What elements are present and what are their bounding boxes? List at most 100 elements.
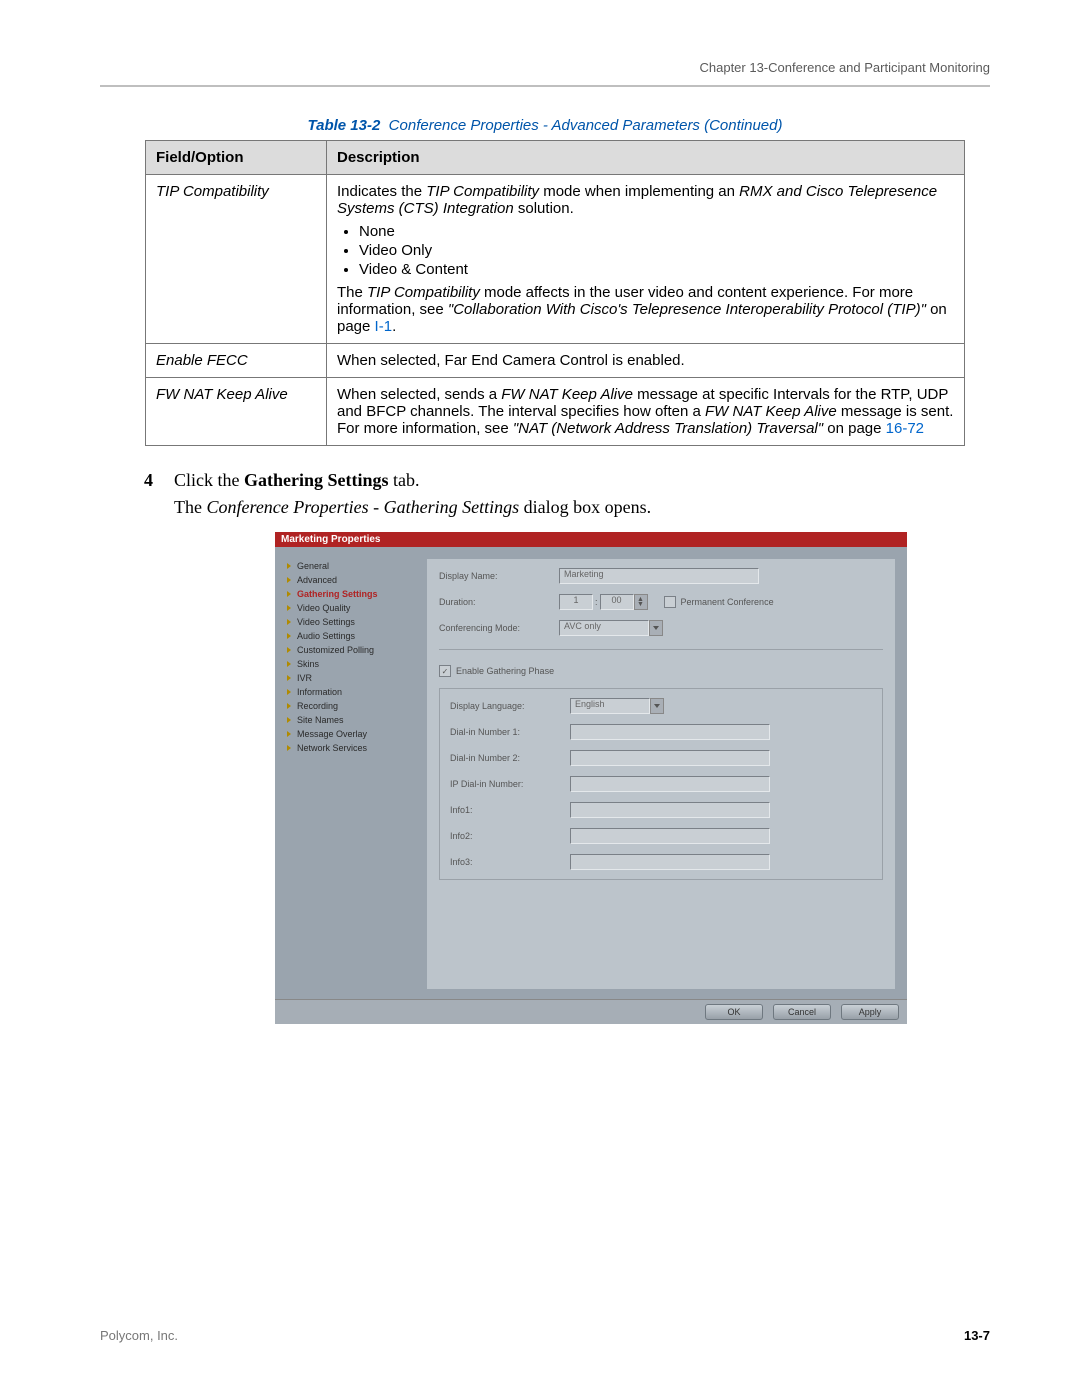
page-link[interactable]: I-1 [375,318,393,335]
sidebar-item-label: Video Quality [297,603,350,613]
label-conf-mode: Conferencing Mode: [439,623,559,633]
table-row: FW NAT Keep Alive When selected, sends a… [146,378,965,446]
chevron-down-icon[interactable] [649,620,663,636]
sidebar-item-label: Customized Polling [297,645,374,655]
sidebar-item-general[interactable]: General [287,559,417,573]
sidebar-item-information[interactable]: Information [287,685,417,699]
txt: TIP Compatibility [367,284,480,301]
row2-field: Enable FECC [146,344,327,378]
chevron-right-icon [287,703,291,709]
sidebar-item-label: Site Names [297,715,344,725]
info2-field[interactable] [570,828,770,844]
label-dialin-2: Dial-in Number 2: [450,753,570,763]
dialog-buttons: OK Cancel Apply [275,999,907,1024]
sidebar-item-recording[interactable]: Recording [287,699,417,713]
txt: Indicates the [337,183,426,200]
txt: mode when implementing an [539,183,739,200]
caption-no: Table 13-2 [308,117,381,134]
label-display-language: Display Language: [450,701,570,711]
sidebar-item-video-settings[interactable]: Video Settings [287,615,417,629]
label-info3: Info3: [450,857,570,867]
txt: FW NAT Keep Alive [705,403,837,420]
caption-text: Conference Properties - Advanced Paramet… [389,117,783,134]
table-caption: Table 13-2 Conference Properties - Advan… [100,117,990,134]
display-name-field[interactable]: Marketing [559,568,759,584]
permanent-checkbox[interactable] [664,596,676,608]
enable-gathering-checkbox[interactable]: ✓ [439,665,451,677]
txt: The [337,284,367,301]
sidebar-item-audio-settings[interactable]: Audio Settings [287,629,417,643]
duration-hours-field[interactable]: 1 [559,594,593,610]
label-duration: Duration: [439,597,559,607]
sidebar-item-ivr[interactable]: IVR [287,671,417,685]
label-ip-dialin: IP Dial-in Number: [450,779,570,789]
table-row: Enable FECC When selected, Far End Camer… [146,344,965,378]
conf-mode-select[interactable]: AVC only [559,620,649,636]
sidebar-item-label: Skins [297,659,319,669]
sidebar-item-customized-polling[interactable]: Customized Polling [287,643,417,657]
sidebar-item-skins[interactable]: Skins [287,657,417,671]
sidebar-item-label: Recording [297,701,338,711]
txt: "NAT (Network Address Translation) Trave… [513,420,823,437]
txt: When selected, sends a [337,386,501,403]
chevron-right-icon [287,675,291,681]
duration-spinner[interactable]: ▲▼ [634,594,648,610]
apply-button[interactable]: Apply [841,1004,899,1020]
properties-table: Field/Option Description TIP Compatibili… [145,140,965,446]
label-permanent: Permanent Conference [681,597,774,607]
row1-field: TIP Compatibility [146,175,327,344]
label-display-name: Display Name: [439,571,559,581]
sidebar-item-label: Message Overlay [297,729,367,739]
txt: Gathering Settings [244,470,389,490]
footer-company: Polycom, Inc. [100,1328,178,1343]
txt: Conference Properties - Gathering Settin… [206,497,519,517]
chevron-right-icon [287,689,291,695]
list-item: Video Only [359,242,954,259]
sidebar-item-video-quality[interactable]: Video Quality [287,601,417,615]
col-field: Field/Option [146,141,327,175]
chevron-right-icon [287,661,291,667]
sidebar-item-label: IVR [297,673,312,683]
sidebar-item-network-services[interactable]: Network Services [287,741,417,755]
cancel-button[interactable]: Cancel [773,1004,831,1020]
ip-dialin-field[interactable] [570,776,770,792]
dialog-main: Display Name: Marketing Duration: 1 : 00… [427,559,895,989]
dialin-1-field[interactable] [570,724,770,740]
txt: on page [823,420,886,437]
page-footer: Polycom, Inc. 13-7 [100,1328,990,1343]
page-link[interactable]: 16-72 [886,420,924,437]
step-subtext: The Conference Properties - Gathering Se… [174,497,990,518]
txt: Click the [174,470,244,490]
dialog-screenshot: Marketing Properties General Advanced Ga… [275,532,907,1024]
sidebar-item-site-names[interactable]: Site Names [287,713,417,727]
chevron-down-icon[interactable] [650,698,664,714]
label-info2: Info2: [450,831,570,841]
sidebar-item-advanced[interactable]: Advanced [287,573,417,587]
info1-field[interactable] [570,802,770,818]
label-dialin-1: Dial-in Number 1: [450,727,570,737]
txt: tab. [389,470,420,490]
sidebar-item-message-overlay[interactable]: Message Overlay [287,727,417,741]
txt: FW NAT Keep Alive [501,386,633,403]
dialog-titlebar: Marketing Properties [275,532,907,547]
sidebar-item-gathering[interactable]: Gathering Settings [287,587,417,601]
page-number: 13-7 [964,1328,990,1343]
sidebar-item-label: Information [297,687,342,697]
sidebar-item-label: Audio Settings [297,631,355,641]
txt: "Collaboration With Cisco's Telepresence… [448,301,926,318]
gathering-subpanel: Display Language: English Dial-in Number… [439,688,883,880]
display-language-select[interactable]: English [570,698,650,714]
duration-mins-field[interactable]: 00 [600,594,634,610]
sidebar-item-label: Gathering Settings [297,589,378,599]
chevron-right-icon [287,619,291,625]
page-header: Chapter 13-Conference and Participant Mo… [100,60,990,85]
txt: . [392,318,396,335]
ok-button[interactable]: OK [705,1004,763,1020]
sidebar-item-label: Network Services [297,743,367,753]
step-4: 4 Click the Gathering Settings tab. [144,470,990,491]
dialin-2-field[interactable] [570,750,770,766]
txt: TIP Compatibility [426,183,539,200]
info3-field[interactable] [570,854,770,870]
dialog-sidebar: General Advanced Gathering Settings Vide… [287,559,427,989]
chevron-right-icon [287,745,291,751]
